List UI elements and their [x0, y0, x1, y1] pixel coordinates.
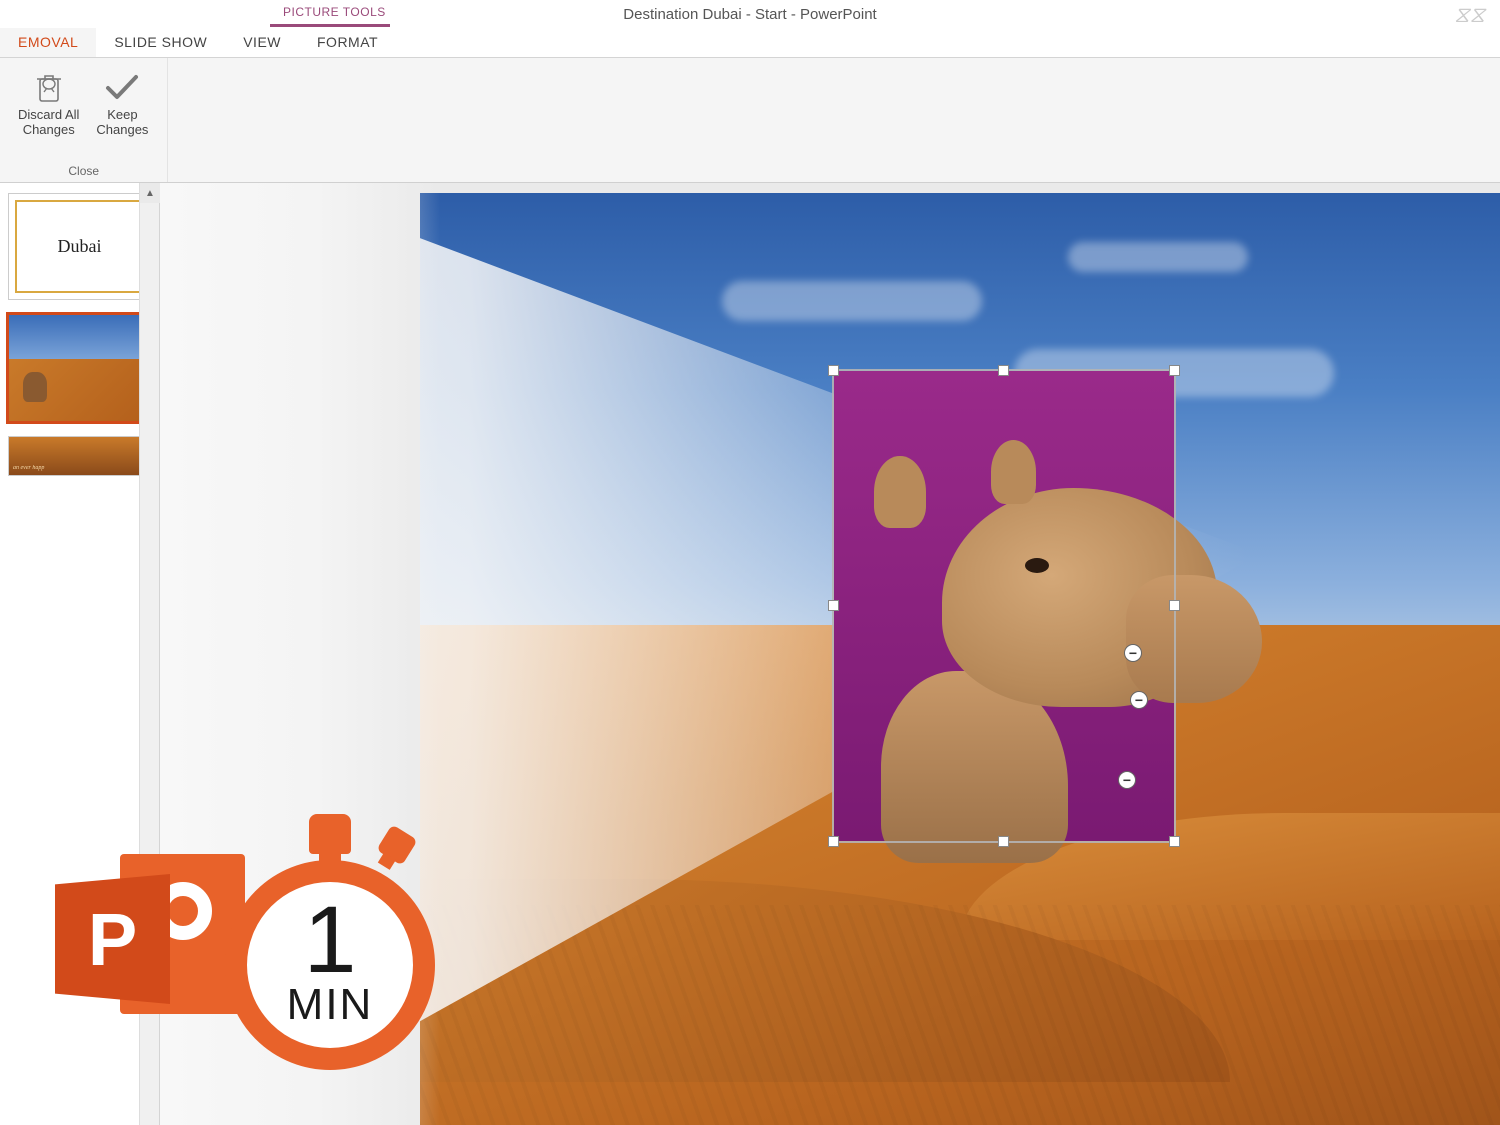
resize-handle-left[interactable]: [828, 600, 839, 611]
scroll-up-icon[interactable]: ▲: [140, 183, 160, 203]
discard-all-changes-button[interactable]: Discard All Changes: [10, 63, 87, 162]
trash-icon: [33, 67, 65, 107]
remove-mark-1[interactable]: −: [1124, 644, 1142, 662]
resize-handle-bottom[interactable]: [998, 836, 1009, 847]
window-title: Destination Dubai - Start - PowerPoint: [623, 6, 876, 23]
tab-format[interactable]: FORMAT: [299, 28, 396, 57]
tab-background-removal[interactable]: EMOVAL: [0, 28, 96, 57]
resize-handle-top-left[interactable]: [828, 365, 839, 376]
ribbon-group-label-close: Close: [68, 162, 99, 180]
video-overlay-badge: P 1 MIN: [55, 800, 442, 1070]
checkmark-icon: [104, 67, 140, 107]
title-bar: PICTURE TOOLS Destination Dubai - Start …: [0, 0, 1500, 28]
powerpoint-logo-letter: P: [55, 874, 170, 1004]
ribbon-group-close: Discard All Changes Keep Changes Close: [0, 58, 168, 182]
tab-view[interactable]: VIEW: [225, 28, 299, 57]
resize-handle-bottom-right[interactable]: [1169, 836, 1180, 847]
thumb-3-text: an ever happ: [13, 465, 146, 471]
remove-mark-2[interactable]: −: [1130, 691, 1148, 709]
selected-picture[interactable]: − − −: [834, 371, 1174, 841]
context-tab-picture-tools[interactable]: PICTURE TOOLS: [275, 0, 394, 22]
slide-thumbnail-2[interactable]: [8, 314, 151, 421]
decorative-scribble: ⧖⧖: [1454, 2, 1485, 28]
ribbon: Discard All Changes Keep Changes Close: [0, 58, 1500, 183]
slide[interactable]: − − −: [420, 193, 1500, 1125]
keep-label-2: Changes: [96, 122, 148, 137]
resize-handle-top[interactable]: [998, 365, 1009, 376]
camel-image: [868, 456, 1191, 856]
slide-thumbnail-1[interactable]: Dubai: [8, 193, 151, 300]
stopwatch-icon: 1 MIN: [217, 810, 442, 1070]
tab-slide-show[interactable]: SLIDE SHOW: [96, 28, 225, 57]
discard-label-2: Changes: [23, 122, 75, 137]
stopwatch-number: 1: [304, 900, 357, 981]
resize-handle-top-right[interactable]: [1169, 365, 1180, 376]
slide-thumbnail-3[interactable]: an ever happ: [8, 436, 151, 476]
keep-changes-button[interactable]: Keep Changes: [87, 63, 157, 162]
remove-mark-3[interactable]: −: [1118, 771, 1136, 789]
discard-label-1: Discard All: [18, 107, 79, 122]
stopwatch-unit: MIN: [287, 980, 374, 1030]
context-tab-underline: [270, 24, 390, 27]
thumb-1-title: Dubai: [15, 200, 144, 293]
keep-label-1: Keep: [107, 107, 137, 122]
resize-handle-right[interactable]: [1169, 600, 1180, 611]
resize-handle-bottom-left[interactable]: [828, 836, 839, 847]
ribbon-tab-bar: EMOVAL SLIDE SHOW VIEW FORMAT: [0, 28, 1500, 58]
